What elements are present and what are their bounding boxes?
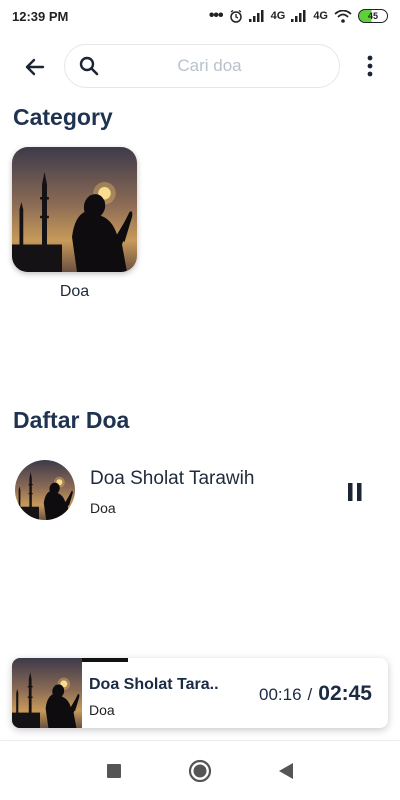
list-item-thumbnail xyxy=(15,460,75,520)
category-thumbnail xyxy=(12,147,137,272)
arrow-left-icon xyxy=(25,58,45,76)
pause-button[interactable] xyxy=(340,477,370,507)
list-item-subtitle: Doa xyxy=(90,500,116,516)
status-dots: ••• xyxy=(208,7,224,24)
mini-player[interactable]: Doa Sholat Tara.. Doa 00:16 / 02:45 xyxy=(12,658,388,728)
network-label-1: 4G xyxy=(270,10,286,22)
pause-icon xyxy=(348,483,362,501)
system-nav-bar xyxy=(0,740,400,800)
category-heading: Category xyxy=(13,104,113,130)
recents-button[interactable] xyxy=(100,757,128,785)
more-options-button[interactable] xyxy=(356,52,384,80)
total-time: 02:45 xyxy=(318,682,372,705)
playback-time: 00:16 / 02:45 xyxy=(259,682,372,706)
signal-icon xyxy=(248,10,264,22)
home-button[interactable] xyxy=(186,757,214,785)
wifi-icon xyxy=(334,9,352,23)
search-icon xyxy=(79,55,99,77)
recents-square-icon xyxy=(107,763,121,778)
status-time: 12:39 PM xyxy=(12,8,69,24)
status-icons: ••• 4G 4G 45 xyxy=(209,7,388,25)
daftar-doa-heading: Daftar Doa xyxy=(13,407,130,433)
back-nav-button[interactable] xyxy=(272,757,300,785)
battery-icon: 45 xyxy=(358,9,388,23)
back-triangle-icon xyxy=(279,762,293,779)
back-button[interactable] xyxy=(18,50,52,84)
category-label: Doa xyxy=(59,283,90,300)
playback-progress-bar[interactable] xyxy=(82,658,388,662)
search-input[interactable] xyxy=(99,56,344,76)
category-card-doa[interactable]: Doa xyxy=(12,147,137,301)
list-item-title: Doa Sholat Tarawih xyxy=(90,468,255,489)
time-separator: / xyxy=(307,685,313,704)
current-time: 00:16 xyxy=(259,685,302,704)
list-item[interactable]: Doa Sholat Tarawih Doa xyxy=(0,455,400,527)
mini-player-title: Doa Sholat Tara.. xyxy=(89,676,219,693)
status-bar: 12:39 PM ••• 4G 4G 45 xyxy=(0,0,400,32)
search-bar[interactable] xyxy=(64,44,344,88)
home-circle-icon xyxy=(188,759,212,782)
network-label-2: 4G xyxy=(313,10,328,22)
playback-progress-fill xyxy=(82,658,128,662)
more-vertical-icon xyxy=(367,55,373,77)
signal-icon xyxy=(291,10,306,22)
mini-player-thumbnail xyxy=(12,658,82,728)
mini-player-subtitle: Doa xyxy=(89,702,115,718)
alarm-icon xyxy=(229,9,242,23)
